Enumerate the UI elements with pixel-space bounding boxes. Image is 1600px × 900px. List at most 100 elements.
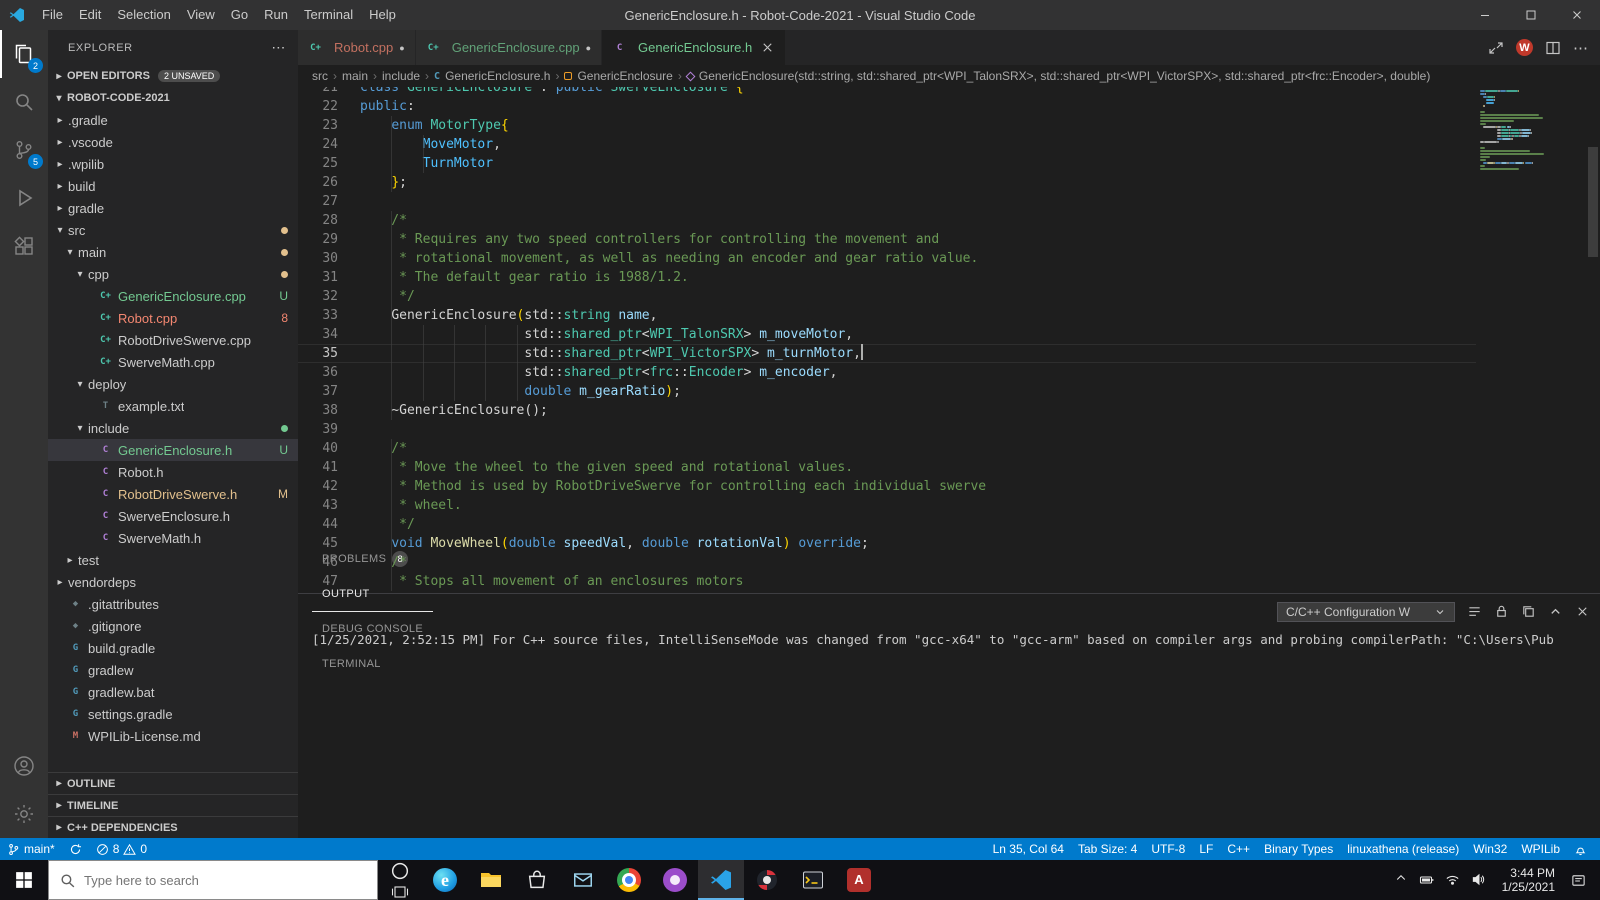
status-encoding[interactable]: UTF-8 [1144,838,1192,860]
line-number[interactable]: 21 [298,87,360,97]
section-timeline[interactable]: ▸ TIMELINE [48,794,298,816]
editor-scrollbar[interactable] [1586,87,1600,593]
line-number[interactable]: 47 [298,572,360,591]
tree-item-gradle[interactable]: ▸ .gradle [48,109,298,131]
activity-account[interactable] [0,742,48,790]
action-center-icon[interactable] [1565,873,1591,888]
taskbar-app-edge[interactable]: e [422,860,468,900]
code-line-45[interactable]: 45 void MoveWheel(double speedVal, doubl… [298,534,1476,553]
minimap[interactable] [1476,87,1586,593]
status-branch[interactable]: main* [0,838,62,860]
menu-edit[interactable]: Edit [71,7,109,22]
taskbar-app-mail[interactable] [560,860,606,900]
tree-item-genericenclosure-h[interactable]: C GenericEnclosure.h U [48,439,298,461]
wpilib-icon[interactable]: W [1516,39,1533,56]
tree-item-robotdriveswerve-cpp[interactable]: C+ RobotDriveSwerve.cpp [48,329,298,351]
maximize-button[interactable] [1508,0,1554,30]
code-line-22[interactable]: 22 public: [298,97,1476,116]
code-line-33[interactable]: 33 GenericEnclosure(std::string name, [298,306,1476,325]
output-channel-select[interactable]: C/C++ Configuration W [1277,601,1455,622]
status-wpilib[interactable]: WPILib [1514,838,1567,860]
tree-item-robot-cpp[interactable]: C+ Robot.cpp 8 [48,307,298,329]
breadcrumb-item-genericenclosure-std-string-st[interactable]: GenericEnclosure(std::string, std::share… [685,69,1430,83]
line-number[interactable]: 31 [298,268,360,287]
taskbar-clock[interactable]: 3:44 PM 1/25/2021 [1492,866,1565,894]
line-number[interactable]: 26 [298,173,360,192]
tree-item-cpp[interactable]: ▾ cpp [48,263,298,285]
output-console[interactable]: [1/25/2021, 2:52:15 PM] For C++ source f… [298,629,1600,838]
line-number[interactable]: 24 [298,135,360,154]
menu-file[interactable]: File [34,7,71,22]
taskbar-app-console-app[interactable] [790,860,836,900]
tab-genericenclosure-h[interactable]: C GenericEnclosure.h [602,30,787,65]
code-line-21[interactable]: 21 class GenericEnclosure : public Swerve… [298,87,1476,97]
menu-run[interactable]: Run [256,7,296,22]
menu-help[interactable]: Help [361,7,404,22]
line-number[interactable]: 22 [298,97,360,116]
line-number[interactable]: 38 [298,401,360,420]
status-sync-changes[interactable] [62,838,89,860]
status-binary-types[interactable]: Binary Types [1257,838,1340,860]
code-line-23[interactable]: 23 enum MotorType{ [298,116,1476,135]
maximize-panel-icon[interactable] [1548,604,1563,619]
line-number[interactable]: 46 [298,553,360,572]
tree-item-test[interactable]: ▸ test [48,549,298,571]
code-line-40[interactable]: 40 /* [298,439,1476,458]
line-number[interactable]: 36 [298,363,360,382]
code-line-29[interactable]: 29 * Requires any two speed controllers … [298,230,1476,249]
line-number[interactable]: 28 [298,211,360,230]
code-line-42[interactable]: 42 * Method is used by RobotDriveSwerve … [298,477,1476,496]
close-panel-icon[interactable] [1575,604,1590,619]
tree-item-wpilib[interactable]: ▸ .wpilib [48,153,298,175]
taskbar-app-vscode[interactable] [698,860,744,900]
menu-view[interactable]: View [179,7,223,22]
activity-run-debug[interactable] [0,174,48,222]
line-number[interactable]: 35 [298,344,360,363]
taskbar-app-media-app[interactable] [652,860,698,900]
volume-icon[interactable] [1466,872,1492,888]
split-editor-icon[interactable] [1545,40,1561,56]
code-line-47[interactable]: 47 * Stops all movement of an enclosures… [298,572,1476,591]
taskbar-app-frc-tool[interactable]: A [836,860,882,900]
tree-item-deploy[interactable]: ▾ deploy [48,373,298,395]
search-input[interactable] [84,872,367,888]
status-eol[interactable]: LF [1192,838,1220,860]
line-number[interactable]: 45 [298,534,360,553]
tree-item-main[interactable]: ▾ main [48,241,298,263]
code-line-24[interactable]: 24 MoveMotor, [298,135,1476,154]
explorer-more-actions-icon[interactable]: ⋯ [271,39,286,56]
status-indentation[interactable]: Tab Size: 4 [1071,838,1144,860]
close-window-button[interactable] [1554,0,1600,30]
code-line-39[interactable]: 39 [298,420,1476,439]
code-line-25[interactable]: 25 TurnMotor [298,154,1476,173]
open-editors-header[interactable]: ▸ OPEN EDITORS 2 UNSAVED [48,65,298,87]
section-outline[interactable]: ▸ OUTLINE [48,772,298,794]
taskbar-search[interactable] [48,860,378,900]
code-line-35[interactable]: 35 std::shared_ptr<WPI_VictorSPX> m_turn… [298,344,1476,363]
tree-item-settings-gradle[interactable]: Gsettings.gradle [48,703,298,725]
tree-item-gradle[interactable]: ▸ gradle [48,197,298,219]
activity-explorer[interactable]: 2 [0,30,48,78]
code-area[interactable]: 21 class GenericEnclosure : public Swerve… [298,87,1476,593]
tree-item-build[interactable]: ▸ build [48,175,298,197]
taskbar-app-store[interactable] [514,860,560,900]
line-number[interactable]: 27 [298,192,360,211]
line-number[interactable]: 30 [298,249,360,268]
line-number[interactable]: 39 [298,420,360,439]
tab-genericenclosure-cpp[interactable]: C+ GenericEnclosure.cpp ● [415,30,603,65]
tree-item-example-txt[interactable]: Texample.txt [48,395,298,417]
breadcrumb-item-genericenclosure-h[interactable]: C GenericEnclosure.h [434,69,550,83]
line-number[interactable]: 42 [298,477,360,496]
tree-item-src[interactable]: ▾ src [48,219,298,241]
section-c-dependencies[interactable]: ▸ C++ DEPENDENCIES [48,816,298,838]
status-problems[interactable]: 80 [89,838,154,860]
code-line-38[interactable]: 38 ~GenericEnclosure(); [298,401,1476,420]
root-folder-header[interactable]: ▾ ROBOT-CODE-2021 [48,87,298,109]
activity-settings[interactable] [0,790,48,838]
status-language-mode[interactable]: C++ [1220,838,1257,860]
close-tab-icon[interactable] [760,40,775,55]
tree-item-gradlew-bat[interactable]: Ggradlew.bat [48,681,298,703]
breadcrumb-item-genericenclosure[interactable]: GenericEnclosure [564,69,673,83]
line-number[interactable]: 33 [298,306,360,325]
clear-output-icon[interactable] [1521,604,1536,619]
